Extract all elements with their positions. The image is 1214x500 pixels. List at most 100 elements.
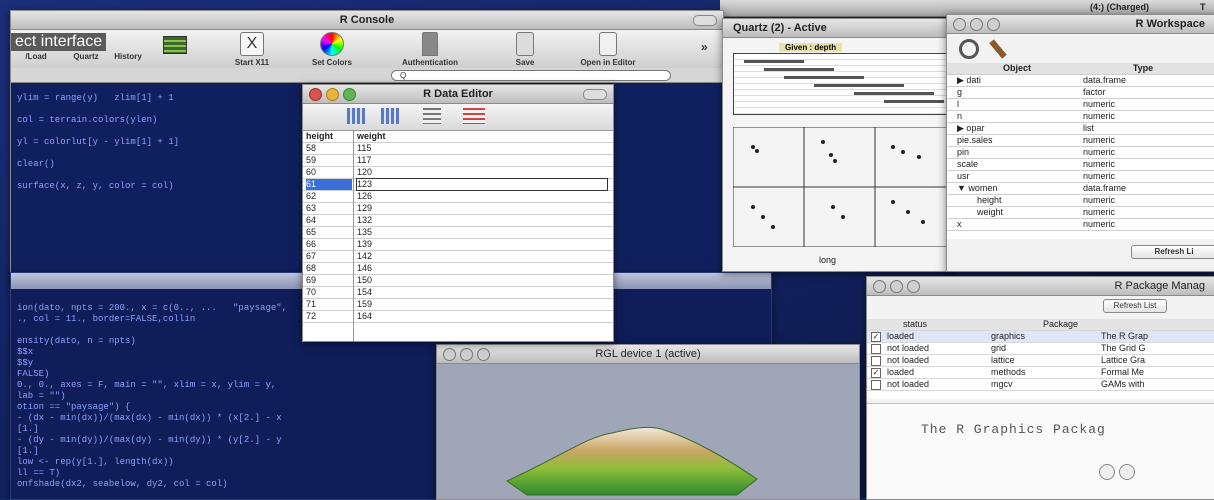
data-grid-row[interactable]: 60 120 <box>303 167 613 179</box>
console-titlebar[interactable]: R Console <box>11 11 723 30</box>
magnifier-icon[interactable] <box>959 39 979 59</box>
history-button[interactable]: History <box>93 52 163 61</box>
package-row[interactable]: not loaded lattice Lattice Gra <box>867 355 1214 367</box>
back-icon[interactable] <box>1099 464 1115 480</box>
package-load-checkbox[interactable] <box>871 356 881 366</box>
workspace-row[interactable]: usr numeric <box>947 171 1214 183</box>
editor-line: 0., 0., axes = F, main = "", xlim = x, y… <box>17 380 277 390</box>
set-colors-button[interactable]: Set Colors <box>297 32 367 67</box>
package-load-checkbox[interactable] <box>871 344 881 354</box>
data-grid-row[interactable]: 72 164 <box>303 311 613 323</box>
console-output-line: clear() <box>17 159 55 169</box>
workspace-row[interactable]: n numeric <box>947 111 1214 123</box>
package-row[interactable]: ✓ loaded methods Formal Me <box>867 367 1214 379</box>
minimize-icon[interactable] <box>970 18 983 31</box>
workspace-row[interactable]: pie.sales numeric <box>947 135 1214 147</box>
open-in-editor-button[interactable]: Open in Editor <box>563 32 653 67</box>
data-grid-row-selected[interactable]: 61 123 <box>303 178 613 191</box>
workspace-row[interactable]: height numeric <box>947 195 1214 207</box>
color-wheel-icon <box>320 32 344 56</box>
zoom-icon[interactable] <box>907 280 920 293</box>
forward-icon[interactable] <box>1119 464 1135 480</box>
x11-icon: X <box>240 32 264 56</box>
console-output-line: yl = colorlut[y - ylim[1] + 1] <box>17 137 180 147</box>
workspace-row[interactable]: weight numeric <box>947 207 1214 219</box>
close-icon[interactable] <box>443 348 456 361</box>
data-grid-row[interactable]: 66 139 <box>303 239 613 251</box>
data-editor-titlebar[interactable]: R Data Editor <box>303 85 613 104</box>
rgl-titlebar[interactable]: RGL device 1 (active) <box>437 345 859 364</box>
package-row[interactable]: ✓ loaded graphics The R Grap <box>867 331 1214 343</box>
package-table: status Package ✓ loaded graphics The R G… <box>867 319 1214 399</box>
console-search-input[interactable]: Q <box>391 70 671 81</box>
battery-status[interactable]: (4:) (Charged) <box>1090 2 1149 12</box>
zoom-icon[interactable] <box>987 18 1000 31</box>
package-doc-title: The R Graphics Packag <box>921 422 1106 437</box>
editor-line: [1.] <box>17 446 39 456</box>
minimize-icon[interactable] <box>460 348 473 361</box>
data-grid-row[interactable]: 65 135 <box>303 227 613 239</box>
broom-icon[interactable] <box>989 39 1007 59</box>
editor-line: low <- rep(y[1.], length(dx)) <box>17 457 174 467</box>
data-editor-grid[interactable]: height weight 58 115 59 117 60 120 61 123 62… <box>303 131 613 341</box>
add-column-icon[interactable] <box>347 108 365 124</box>
data-grid-row[interactable]: 64 132 <box>303 215 613 227</box>
package-load-checkbox[interactable]: ✓ <box>871 332 881 342</box>
data-grid-row[interactable]: 58 115 <box>303 143 613 155</box>
data-editor-title: R Data Editor <box>423 88 493 100</box>
workspace-row[interactable]: ▶ opar list <box>947 123 1214 135</box>
start-x11-button[interactable]: X Start X11 <box>217 32 287 67</box>
workspace-row[interactable]: ▶ dati data.frame <box>947 75 1214 87</box>
workspace-row[interactable]: x numeric <box>947 219 1214 231</box>
authentication-button[interactable]: Authentication <box>395 32 465 67</box>
rgl-device-window[interactable]: RGL device 1 (active) <box>436 344 860 500</box>
package-load-checkbox[interactable] <box>871 380 881 390</box>
toolbar-overflow-button[interactable]: » <box>701 40 708 54</box>
package-manager-titlebar[interactable]: R Package Manag <box>867 277 1214 296</box>
quartz-titlebar[interactable]: Quartz (2) - Active <box>723 19 953 38</box>
magnifier-icon: Q <box>400 71 407 80</box>
data-grid-row[interactable]: 67 142 <box>303 251 613 263</box>
zoom-icon[interactable] <box>477 348 490 361</box>
zoom-icon[interactable] <box>343 88 356 101</box>
coplot-panels <box>732 126 948 248</box>
data-grid-row[interactable]: 68 146 <box>303 263 613 275</box>
menubar-trailing: T <box>1200 2 1206 12</box>
rgl-surface-plot <box>506 426 758 496</box>
close-icon[interactable] <box>873 280 886 293</box>
console-toolbar-toggle[interactable] <box>693 15 717 26</box>
close-icon[interactable] <box>309 88 322 101</box>
workspace-row[interactable]: ▼ women data.frame <box>947 183 1214 195</box>
r-workspace-window[interactable]: R Workspace Object Type ▶ dati data.frame … <box>946 14 1214 272</box>
interface-label-overlay: ect interface <box>11 33 107 51</box>
data-grid-row[interactable]: 69 150 <box>303 275 613 287</box>
data-grid-row[interactable]: 70 154 <box>303 287 613 299</box>
remove-column-icon[interactable] <box>381 108 399 124</box>
package-manager-window[interactable]: R Package Manag Refresh List status Pack… <box>866 276 1214 500</box>
console-search-bar: Q <box>11 68 723 83</box>
save-button[interactable]: Save <box>495 32 555 67</box>
quartz-window[interactable]: Quartz (2) - Active Given : depth long <box>722 18 954 272</box>
workspace-titlebar[interactable]: R Workspace <box>947 15 1214 34</box>
data-grid-row[interactable]: 59 117 <box>303 155 613 167</box>
workspace-refresh-button[interactable]: Refresh Li <box>1131 245 1214 259</box>
data-grid-row[interactable]: 62 126 <box>303 191 613 203</box>
data-grid-column-divider <box>353 131 354 341</box>
workspace-row[interactable]: l numeric <box>947 99 1214 111</box>
workspace-row[interactable]: pin numeric <box>947 147 1214 159</box>
data-grid-row[interactable]: 63 129 <box>303 203 613 215</box>
minimize-icon[interactable] <box>326 88 339 101</box>
package-row[interactable]: not loaded mgcv GAMs with <box>867 379 1214 391</box>
data-grid-row[interactable]: 71 159 <box>303 299 613 311</box>
workspace-row[interactable]: scale numeric <box>947 159 1214 171</box>
data-editor-toolbar-toggle[interactable] <box>583 89 607 100</box>
minimize-icon[interactable] <box>890 280 903 293</box>
close-icon[interactable] <box>953 18 966 31</box>
workspace-row[interactable]: g factor <box>947 87 1214 99</box>
r-data-editor-window[interactable]: R Data Editor height weight 58 115 59 117 6… <box>302 84 614 342</box>
add-row-icon[interactable] <box>423 108 441 124</box>
package-load-checkbox[interactable]: ✓ <box>871 368 881 378</box>
package-refresh-button[interactable]: Refresh List <box>1103 299 1167 313</box>
package-row[interactable]: not loaded grid The Grid G <box>867 343 1214 355</box>
remove-row-icon[interactable] <box>463 108 485 124</box>
